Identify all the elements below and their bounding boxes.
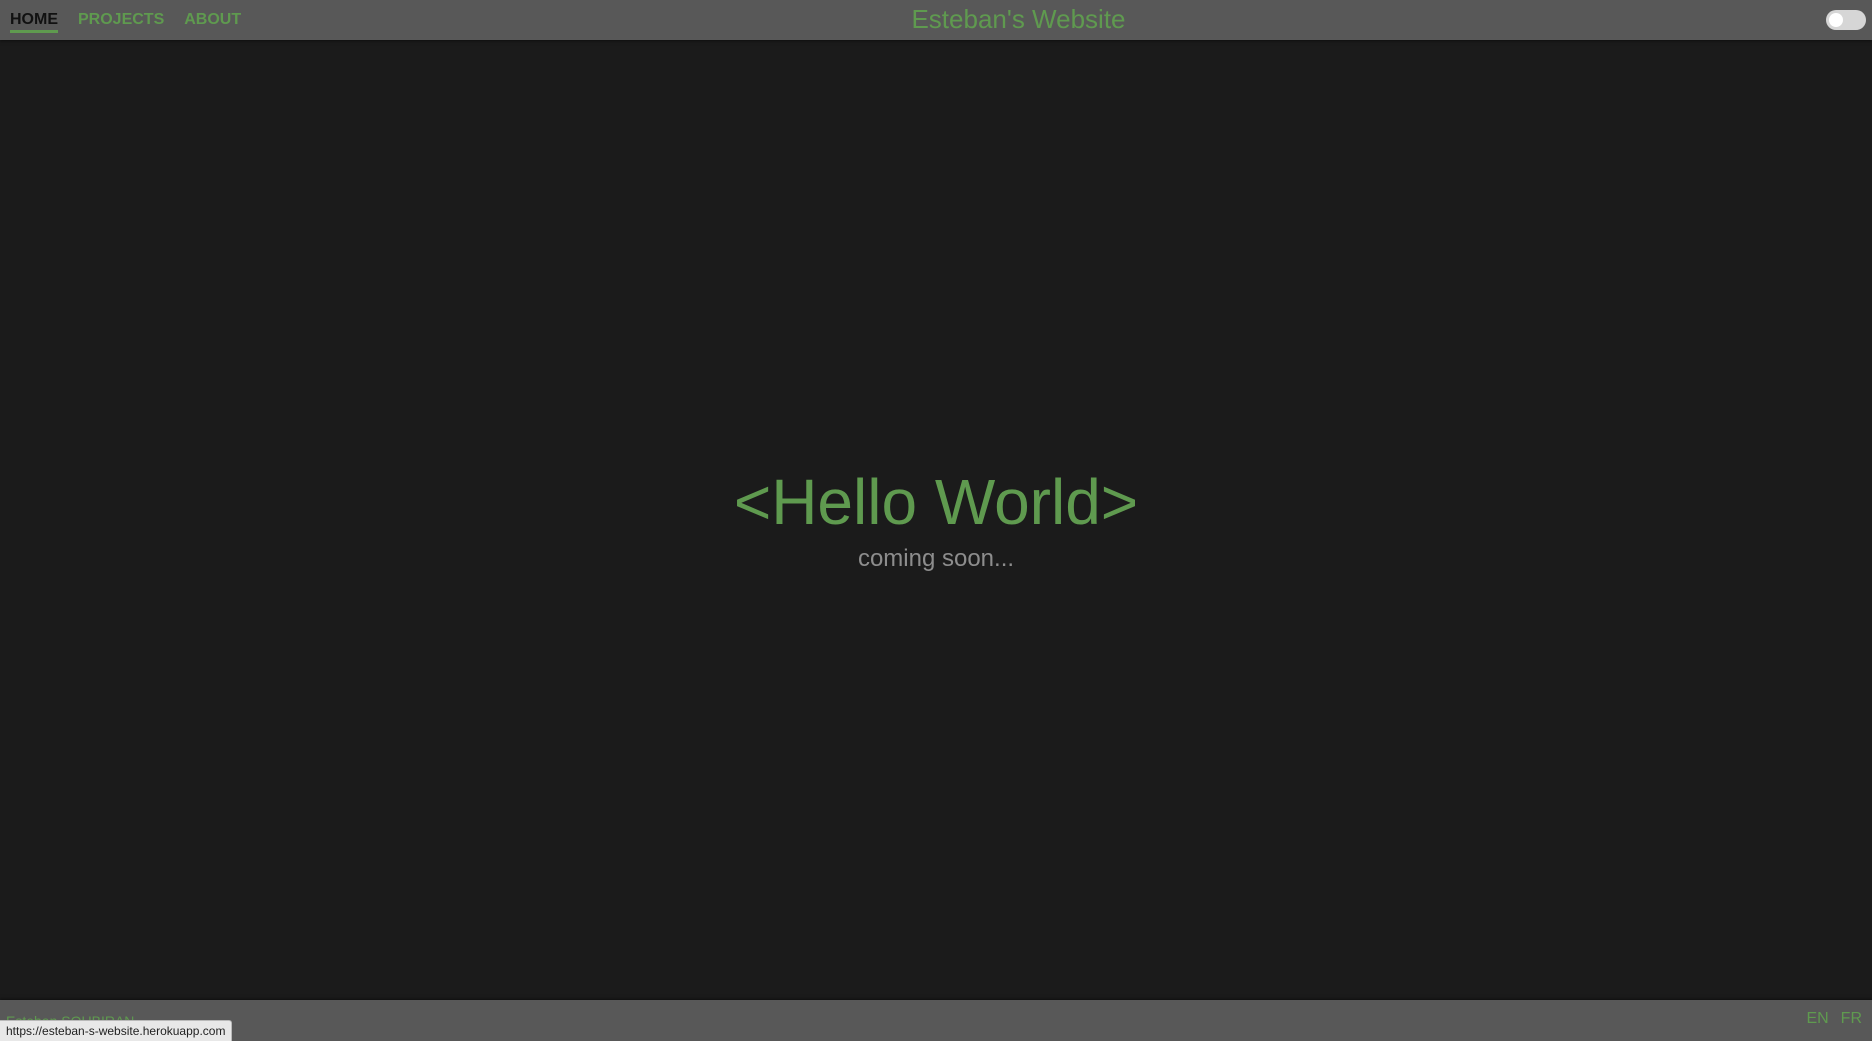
site-title-text[interactable]: Esteban's Website	[911, 4, 1125, 34]
page: HOME PROJECTS ABOUT Esteban's Website <H…	[0, 0, 1872, 1041]
theme-toggle-switch[interactable]	[1826, 10, 1866, 30]
footer-bar: Esteban SOUBIRAN EN FR https://esteban-s…	[0, 1000, 1872, 1041]
language-en-link[interactable]: EN	[1806, 1010, 1828, 1028]
nav-about-link[interactable]: ABOUT	[184, 11, 241, 33]
language-switcher: EN FR	[1806, 1010, 1862, 1028]
top-navbar: HOME PROJECTS ABOUT Esteban's Website	[0, 0, 1872, 40]
hero-title: <Hello World>	[733, 466, 1139, 538]
language-fr-link[interactable]: FR	[1841, 1010, 1862, 1028]
hero-subtitle: coming soon...	[857, 545, 1015, 572]
nav-projects-link[interactable]: PROJECTS	[78, 11, 164, 33]
toggle-knob-icon	[1829, 13, 1843, 27]
nav-home-link[interactable]: HOME	[10, 11, 58, 33]
main-nav: HOME PROJECTS ABOUT	[10, 0, 241, 40]
browser-status-url: https://esteban-s-website.herokuapp.com	[0, 1020, 233, 1041]
hero-section: <Hello World> coming soon...	[0, 460, 1872, 574]
site-title: Esteban's Website	[0, 4, 1872, 35]
